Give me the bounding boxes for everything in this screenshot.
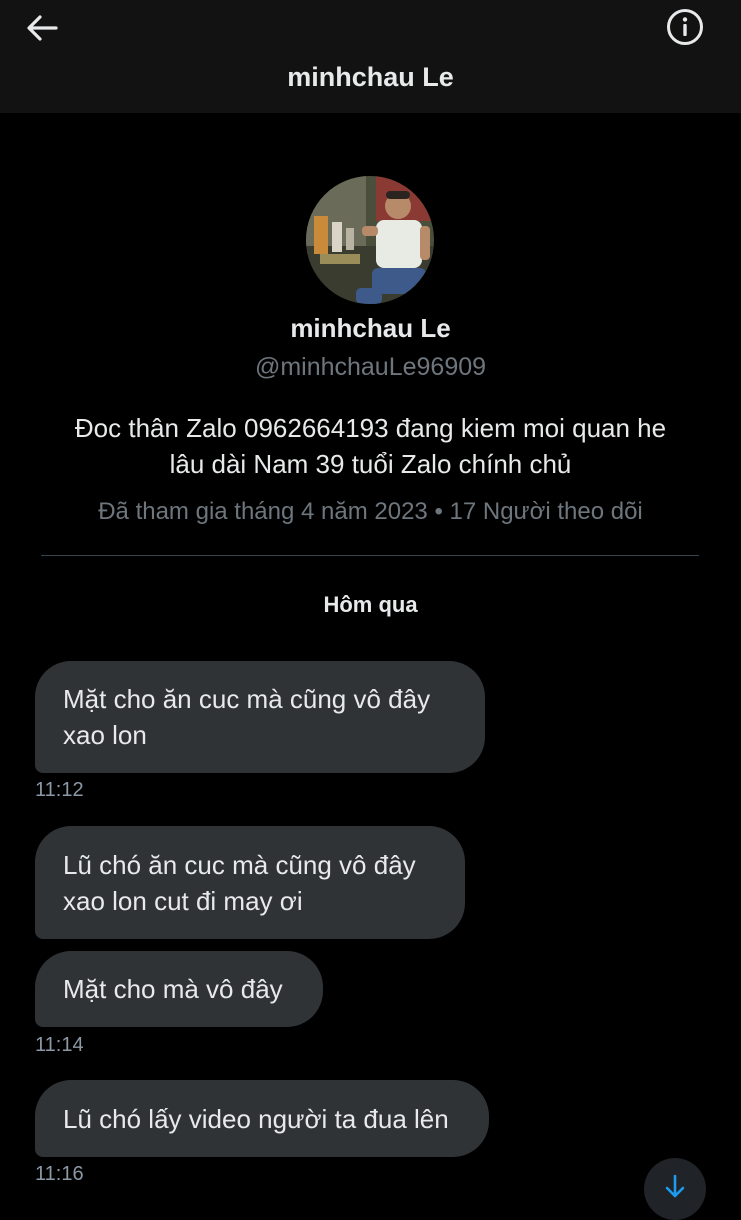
message-timestamp: 11:14 <box>35 1034 84 1056</box>
avatar-photo <box>306 176 434 304</box>
arrow-left-icon <box>27 15 58 41</box>
message-text: xao lon cut đi may ơi <box>63 885 303 916</box>
info-circle-icon <box>667 9 703 45</box>
message-text: Mặt cho ăn cuc mà cũng vô đây <box>63 684 431 714</box>
divider <box>41 555 699 556</box>
message-text: xao lon <box>63 720 147 750</box>
profile-bio-line: lâu dài Nam 39 tuổi Zalo chính chủ <box>169 449 572 479</box>
date-separator: Hôm qua <box>323 592 418 617</box>
message-text: Mặt cho mà vô đây <box>63 974 283 1004</box>
arrow-down-icon <box>665 1174 685 1198</box>
profile-bio-line: Đoc thân Zalo 0962664193 đang kiem moi q… <box>74 413 667 443</box>
message-text: Lũ chó lấy video người ta đua lên <box>63 1103 449 1134</box>
message-bubble[interactable]: Lũ chó lấy video người ta đua lên <box>35 1080 489 1157</box>
message-timestamp: 11:16 <box>35 1163 84 1185</box>
message-bubble[interactable]: Mặt cho mà vô đây <box>35 951 323 1027</box>
profile-bio: Đoc thân Zalo 0962664193 đang kiem moi q… <box>40 410 701 482</box>
profile-name: minhchau Le <box>290 313 451 343</box>
top-bar: minhchau Le <box>0 0 741 113</box>
back-button[interactable] <box>18 8 66 48</box>
scroll-to-bottom-button[interactable] <box>644 1158 706 1220</box>
info-button[interactable] <box>660 4 710 50</box>
message-timestamp: 11:12 <box>35 779 84 801</box>
profile-handle: @minhchauLe96909 <box>254 353 487 381</box>
message-bubble[interactable]: Lũ chó ăn cuc mà cũng vô đây xao lon cut… <box>35 826 465 939</box>
message-bubble[interactable]: Mặt cho ăn cuc mà cũng vô đây xao lon <box>35 661 485 773</box>
avatar[interactable] <box>306 176 434 304</box>
conversation-title: minhchau Le <box>287 62 454 92</box>
message-text: Lũ chó ăn cuc mà cũng vô đây <box>63 849 416 880</box>
profile-joined-followers: Đã tham gia tháng 4 năm 2023 • 17 Người … <box>98 498 643 525</box>
